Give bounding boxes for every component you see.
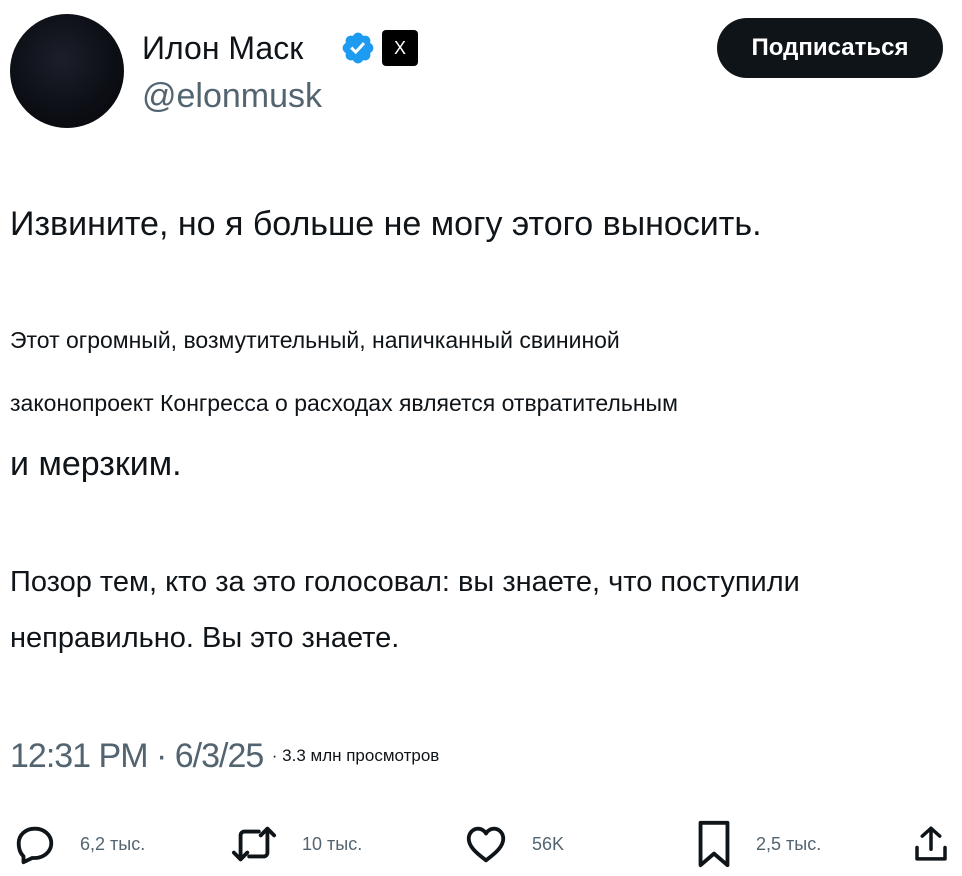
meta-separator: · bbox=[155, 737, 167, 775]
tweet-text-line: Позор тем, кто за это голосовал: вы знае… bbox=[10, 566, 800, 598]
tweet-meta: 12:31 PM · 6/3/25 · 3.3 млн просмотров bbox=[10, 734, 439, 778]
retweet-count: 10 тыс. bbox=[302, 833, 363, 854]
reply-icon bbox=[16, 826, 54, 865]
meta-separator: · bbox=[271, 746, 278, 765]
share-button[interactable] bbox=[910, 818, 952, 870]
reply-button[interactable]: 6,2 тыс. bbox=[12, 818, 145, 870]
author-display-name[interactable]: Илон Маск bbox=[142, 28, 303, 68]
affiliation-badge: X bbox=[382, 30, 418, 66]
tweet-text-line: Извините, но я больше не могу этого выно… bbox=[10, 205, 762, 243]
follow-button[interactable]: Подписаться bbox=[717, 18, 943, 78]
avatar[interactable] bbox=[10, 14, 124, 128]
bookmark-count: 2,5 тыс. bbox=[756, 833, 822, 854]
bookmark-button[interactable]: 2,5 тыс. bbox=[694, 818, 821, 870]
tweet-date[interactable]: 6/3/25 bbox=[175, 737, 265, 775]
share-icon bbox=[915, 826, 947, 861]
tweet-text-line: законопроект Конгресса о расходах являет… bbox=[10, 390, 678, 416]
author-handle[interactable]: @elonmusk bbox=[142, 76, 322, 116]
like-button[interactable]: 56K bbox=[462, 818, 564, 870]
retweet-icon bbox=[231, 826, 277, 862]
tweet-text-line: Этот огромный, возмутительный, напичканн… bbox=[10, 327, 620, 353]
views-label: 3.3 млн просмотров bbox=[282, 746, 440, 765]
tweet-text-line: неправильно. Вы это знаете. bbox=[10, 622, 400, 654]
view-count: · 3.3 млн просмотров bbox=[272, 746, 440, 765]
reply-count: 6,2 тыс. bbox=[80, 833, 146, 854]
tweet-time[interactable]: 12:31 PM bbox=[10, 737, 149, 775]
bookmark-icon bbox=[698, 820, 730, 868]
heart-icon bbox=[466, 826, 506, 863]
verified-badge-icon bbox=[342, 32, 374, 64]
like-count: 56K bbox=[532, 833, 565, 854]
retweet-button[interactable]: 10 тыс. bbox=[228, 818, 362, 870]
tweet-text-line: и мерзким. bbox=[10, 445, 182, 483]
